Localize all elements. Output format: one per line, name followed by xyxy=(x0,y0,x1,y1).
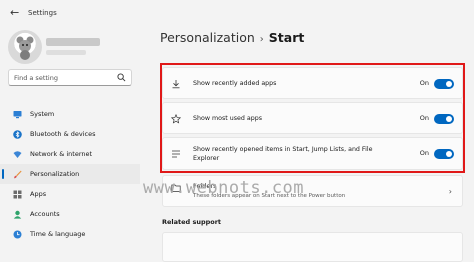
brush-icon xyxy=(13,170,22,179)
download-icon xyxy=(171,79,181,89)
sidebar-item-label: Accounts xyxy=(30,210,60,218)
sidebar-nav: System Bluetooth & devices Network & int… xyxy=(0,104,140,244)
mouse-avatar-icon xyxy=(16,36,34,60)
account-icon xyxy=(13,210,22,219)
star-icon xyxy=(171,114,181,124)
email-redacted xyxy=(46,50,86,55)
setting-row-recently-opened: Show recently opened items in Start, Jum… xyxy=(162,137,463,170)
page-title: Start xyxy=(268,30,305,45)
list-icon xyxy=(171,149,181,159)
network-icon xyxy=(13,150,22,159)
sidebar-item-label: Apps xyxy=(30,190,47,198)
app-title: Settings xyxy=(28,9,57,17)
setting-label-continued: Explorer xyxy=(193,155,220,162)
avatar[interactable] xyxy=(8,30,42,64)
sidebar-item-bluetooth[interactable]: Bluetooth & devices xyxy=(0,124,140,144)
sidebar-item-network[interactable]: Network & internet xyxy=(0,144,140,164)
watermark: www.webnots.com xyxy=(143,178,305,198)
breadcrumb: Personalization › Start xyxy=(160,30,304,45)
setting-label: Show recently opened items in Start, Jum… xyxy=(193,146,373,153)
sidebar-item-label: Time & language xyxy=(30,230,86,238)
most-used-toggle[interactable] xyxy=(434,114,454,124)
recently-added-toggle[interactable] xyxy=(434,79,454,89)
back-arrow-icon[interactable]: ← xyxy=(10,6,19,19)
sidebar-item-personalization[interactable]: Personalization xyxy=(0,164,140,184)
sidebar-item-system[interactable]: System xyxy=(0,104,140,124)
bluetooth-icon xyxy=(13,129,22,139)
sidebar-item-time-language[interactable]: Time & language xyxy=(0,224,140,244)
recently-opened-toggle[interactable] xyxy=(434,149,454,159)
sidebar-item-accounts[interactable]: Accounts xyxy=(0,204,140,224)
related-support-card[interactable] xyxy=(162,232,463,262)
system-icon xyxy=(13,110,22,119)
setting-row-recently-added: Show recently added apps On xyxy=(162,67,463,99)
time-icon xyxy=(13,230,22,239)
username-redacted xyxy=(46,38,100,46)
main-content: Personalization › Start Show recently adde… xyxy=(140,26,474,262)
sidebar-item-label: Network & internet xyxy=(30,150,93,158)
apps-icon xyxy=(13,190,22,199)
sidebar-item-label: System xyxy=(30,110,55,118)
sidebar-item-label: Personalization xyxy=(30,170,80,178)
toggle-state-text: On xyxy=(419,79,429,87)
breadcrumb-separator: › xyxy=(259,34,264,45)
toggle-state-text: On xyxy=(419,114,429,122)
sidebar-item-apps[interactable]: Apps xyxy=(0,184,140,204)
search-field[interactable] xyxy=(8,69,132,86)
chevron-right-icon: › xyxy=(448,187,452,196)
breadcrumb-parent[interactable]: Personalization xyxy=(160,30,255,45)
setting-label: Show most used apps xyxy=(193,115,263,122)
sidebar-item-label: Bluetooth & devices xyxy=(30,130,96,138)
toggle-state-text: On xyxy=(419,149,429,157)
setting-label: Show recently added apps xyxy=(193,80,277,87)
search-input[interactable] xyxy=(14,72,110,84)
related-support-heading: Related support xyxy=(162,218,222,226)
search-icon[interactable] xyxy=(117,73,126,82)
title-bar: ← Settings xyxy=(0,0,474,26)
sidebar: System Bluetooth & devices Network & int… xyxy=(0,26,140,251)
setting-row-most-used: Show most used apps On xyxy=(162,102,463,134)
